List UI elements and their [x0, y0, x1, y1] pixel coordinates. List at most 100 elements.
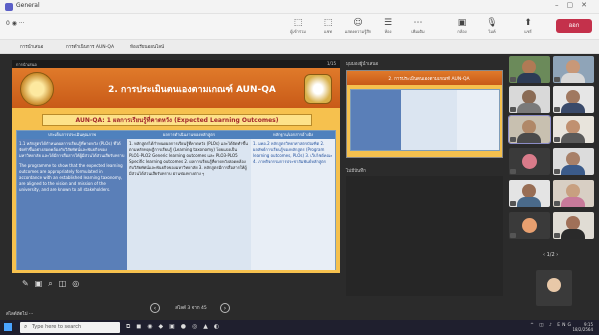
participant-body [517, 133, 541, 143]
slide-position: สไลด์ 3 จาก 45 [175, 306, 207, 311]
slide-subtitle: AUN-QA: 1 ผลการเรียนรู้ที่คาดหวัง (Expec… [42, 114, 312, 126]
mic-off-icon [510, 233, 516, 238]
participant-video-tile[interactable] [553, 212, 594, 239]
toolbar-share-button[interactable]: ⬆ แชร์ [514, 17, 542, 35]
participant-body [561, 133, 585, 143]
mic-off-icon [554, 107, 560, 112]
toolbar-reactions-button[interactable]: ☺ แสดงความรู้สึก [344, 17, 372, 35]
mic-off-icon [510, 77, 516, 82]
participant-face [566, 90, 580, 104]
shared-slide: 2. การประเมินตนเองตามเกณฑ์ AUN-QA AUN-QA… [12, 68, 340, 273]
toolbar-camera-button[interactable]: ▣ กล้อง [448, 17, 476, 35]
chat-icon: ⬚ [323, 18, 333, 28]
presentation-tabs: การนำเสนอ การดำเนินการ AUN-QA ห้องเรียนอ… [0, 40, 599, 54]
participant-video-tile[interactable] [553, 116, 594, 143]
participants-pager[interactable]: ‹ 1/2 › [543, 252, 558, 258]
participant-body [561, 229, 585, 239]
tab-aun-qa[interactable]: การดำเนินการ AUN-QA [66, 43, 114, 50]
table-cell-results: 1. หลักสูตรได้กำหนดผลการเรียนรู้ที่คาดหว… [127, 139, 251, 270]
mic-off-icon [510, 169, 516, 174]
thumbnail-column [457, 90, 499, 150]
window-title: General [16, 2, 40, 9]
table-header: ผลการดำเนินงานของหลักสูตร [127, 131, 251, 139]
participant-body [561, 103, 585, 113]
participant-body [517, 197, 541, 207]
slide-header-label: การนำเสนอ [16, 62, 37, 67]
participant-face [566, 184, 580, 198]
participant-video-tile[interactable] [553, 148, 594, 175]
self-video-tile[interactable] [536, 270, 572, 306]
mic-off-icon [554, 77, 560, 82]
participant-body [561, 197, 585, 207]
thumbnail-column [351, 90, 401, 150]
toolbar-chat-button[interactable]: ⬚ แชท [314, 17, 342, 35]
criteria-thai-text: 1.1 หลักสูตรได้กำหนดผลการเรียนรู้ที่คาดห… [19, 141, 125, 158]
window-controls[interactable]: –▢✕ [555, 1, 595, 9]
participant-video-tile[interactable] [509, 180, 550, 207]
notes-area[interactable] [346, 176, 503, 296]
table-header: หลักฐาน/เอกสารอ้างอิง [251, 131, 335, 139]
participant-video-tile[interactable] [509, 86, 550, 113]
rooms-icon: ☰ [383, 18, 393, 28]
next-slide-label: สไลด์ถัดไป ··· [6, 312, 34, 317]
smiley-icon: ☺ [353, 18, 363, 28]
windows-taskbar: Type here to search ⌕ ⧉◼◉◆▣●◎▲◐ ^ ◫ ♪ EN… [0, 320, 599, 335]
share-icon: ⬆ [524, 18, 532, 28]
system-tray[interactable]: ^ ◫ ♪ ENG [530, 323, 573, 328]
mic-off-icon [554, 201, 560, 206]
participant-body [561, 73, 585, 83]
next-slide-thumbnail[interactable]: 2. การประเมินตนเองตามเกณฑ์ AUN-QA [346, 70, 503, 158]
table-header: ประเด็นการประเมินคุณภาพ [17, 131, 127, 139]
table-cell-evidence: 1. มคอ.2 หลักสูตรวิทยาศาสตรบัณฑิต 2. ผลล… [251, 139, 335, 270]
toolbar-rooms-button[interactable]: ☰ ห้อง [374, 17, 402, 35]
mic-icon: 🎙 [486, 18, 498, 28]
search-icon: ⌕ [24, 323, 28, 330]
previous-slide-button[interactable]: ‹ [150, 303, 160, 313]
slide-annotation-tools[interactable]: ✎▣⌕◫◎ [22, 279, 85, 289]
next-slide-button[interactable]: › [220, 303, 230, 313]
self-avatar [547, 278, 561, 292]
thumbnail-table [350, 89, 500, 151]
mic-off-icon [554, 233, 560, 238]
participant-avatar-tile[interactable] [509, 212, 550, 239]
participant-avatar-tile[interactable] [509, 148, 550, 175]
clock-date: 18/2/2564 [572, 327, 593, 332]
taskbar-search-input[interactable]: Type here to search [20, 322, 120, 333]
faculty-logo-icon [304, 74, 332, 104]
participant-video-tile[interactable] [553, 180, 594, 207]
windows-start-icon[interactable] [4, 323, 12, 331]
slide-title: 2. การประเมินตนเองตามเกณฑ์ AUN-QA [108, 85, 276, 95]
title-bar: General –▢✕ [0, 0, 599, 14]
university-seal-icon [20, 72, 54, 106]
tab-online-classroom[interactable]: ห้องเรียนออนไลน์ [130, 43, 164, 50]
participant-video-tile[interactable] [553, 56, 594, 83]
participant-face [566, 152, 580, 166]
participant-video-tile[interactable] [508, 115, 551, 144]
participant-body [517, 103, 541, 113]
participant-body [517, 73, 541, 83]
participant-face [522, 60, 536, 74]
participant-face [522, 90, 536, 104]
table-cell-criteria: 1.1 หลักสูตรได้กำหนดผลการเรียนรู้ที่คาดห… [17, 139, 127, 270]
criteria-english-text: The programme to show that the expected … [19, 163, 123, 192]
avatar [522, 218, 537, 233]
teams-logo-icon [5, 3, 13, 11]
slide-counter: 1/15 [327, 61, 336, 66]
mic-off-icon [554, 137, 560, 142]
slide-header: การนำเสนอ 1/15 [12, 60, 340, 68]
presenter-view-label: มุมมองผู้นำเสนอ [346, 62, 379, 67]
participant-video-tile[interactable] [509, 56, 550, 83]
camera-icon: ▣ [457, 18, 467, 28]
participant-face [566, 60, 580, 74]
avatar [522, 154, 537, 169]
taskbar-clock[interactable]: 9:15 18/2/2564 [572, 322, 593, 332]
participant-video-tile[interactable] [553, 86, 594, 113]
toolbar-mic-button[interactable]: 🎙 ไมค์ [478, 17, 506, 35]
taskbar-pinned-apps[interactable]: ⧉◼◉◆▣●◎▲◐ [126, 323, 225, 331]
tab-presentation[interactable]: การนำเสนอ [20, 43, 43, 50]
criteria-table: ประเด็นการประเมินคุณภาพ ผลการดำเนินงานขอ… [16, 130, 336, 270]
toolbar-participants-button[interactable]: ⬚ ผู้เข้าร่วม [284, 17, 312, 35]
toolbar-more-button[interactable]: ⋯ เพิ่มเติม [404, 17, 432, 35]
mic-off-icon [510, 201, 516, 206]
leave-button[interactable]: ออก [556, 19, 592, 33]
